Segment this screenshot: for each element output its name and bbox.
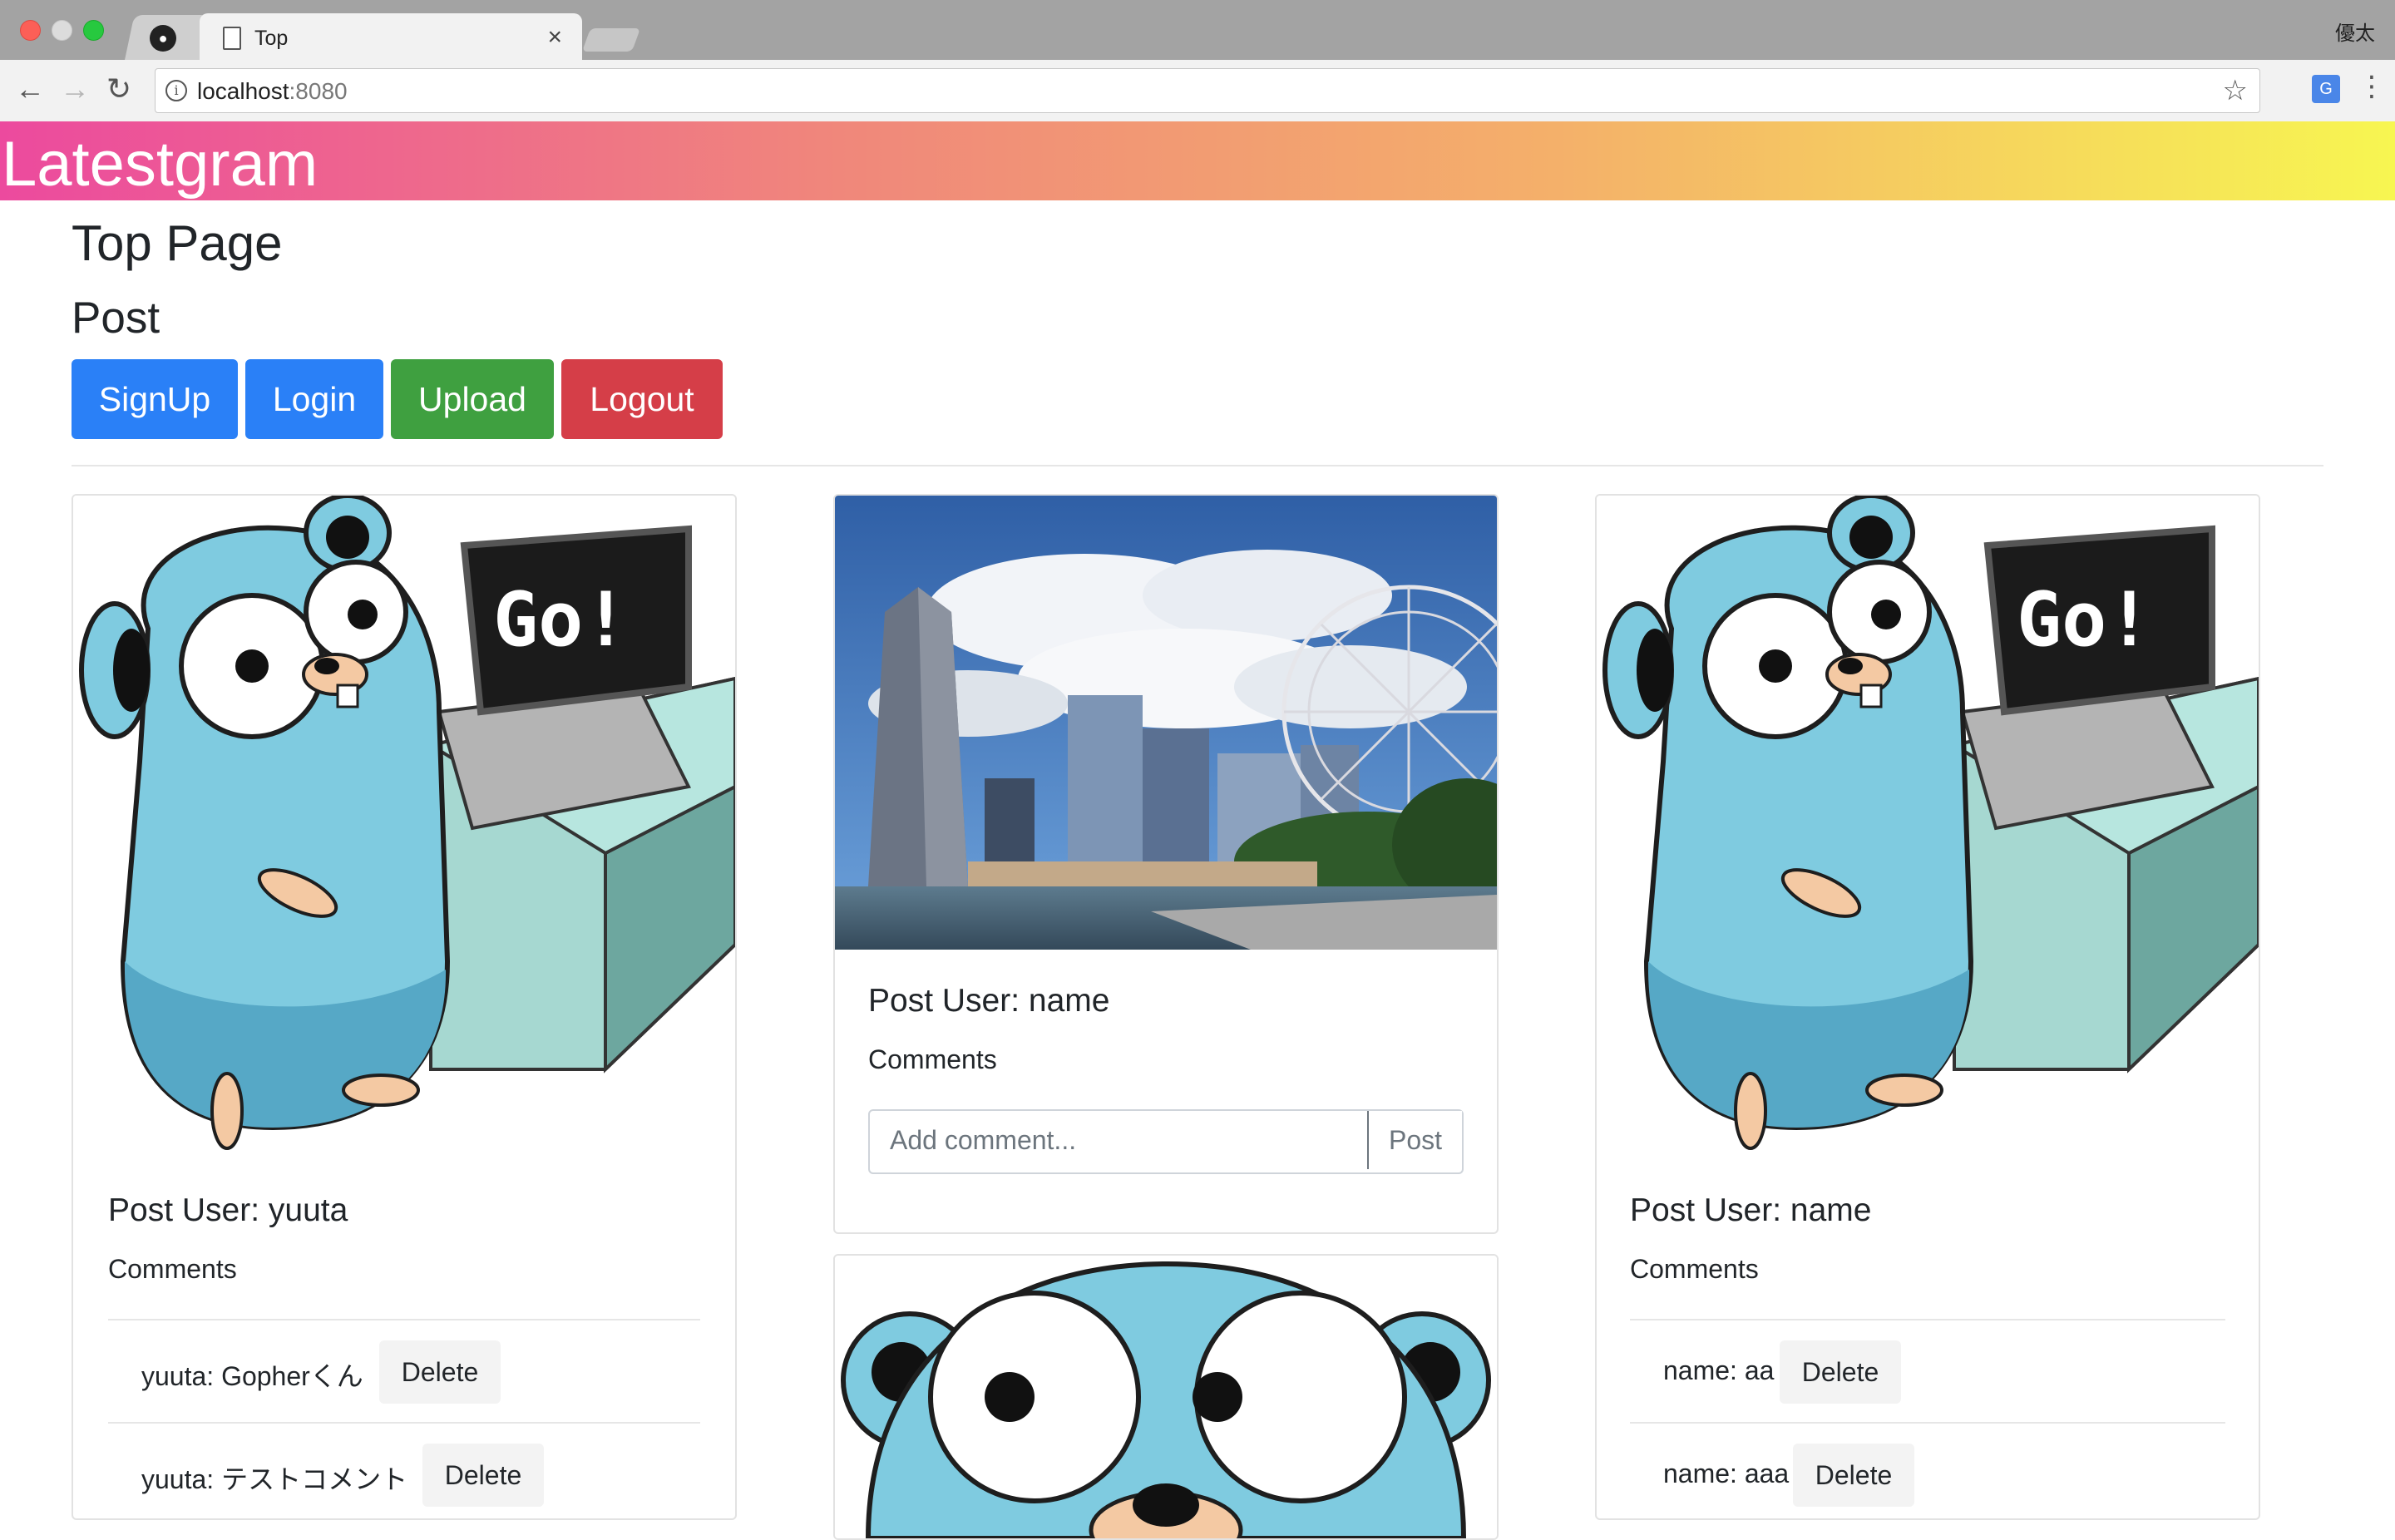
post-card (833, 1254, 1499, 1540)
upload-button[interactable]: Upload (391, 359, 554, 439)
section-title: Post (72, 294, 160, 343)
page-title: Top Page (72, 215, 283, 271)
brand-header: Latestgram (0, 121, 2395, 200)
star-icon[interactable]: ☆ (2223, 74, 2248, 107)
tab-title: Top (254, 27, 289, 50)
comments-label: Comments (108, 1254, 237, 1284)
delete-comment-button[interactable]: Delete (379, 1340, 501, 1404)
comments-label: Comments (868, 1044, 997, 1074)
gopher-laptop-image: Go! (1597, 496, 2259, 1161)
post-image: Go! (1597, 496, 2259, 1161)
url-host: localhost (197, 78, 289, 104)
comment-input[interactable] (870, 1111, 1367, 1169)
close-tab-icon[interactable]: × (547, 23, 562, 52)
post-card: Post User: name Comments Post (833, 494, 1499, 1234)
tab-top[interactable]: Top × (200, 13, 582, 62)
minimize-window-button[interactable] (52, 20, 72, 41)
post-image: Go! (73, 496, 735, 1161)
comment-text: yuuta: テストコメント (141, 1464, 408, 1494)
translate-icon[interactable]: G (2312, 75, 2340, 103)
comments-label: Comments (1630, 1254, 1759, 1284)
list-item: name: aaa Delete (1630, 1422, 2225, 1518)
post-card: Go! Post User: name Comments name: aa De… (1595, 494, 2260, 1520)
info-icon[interactable]: i (165, 80, 187, 101)
gopher-face-image (835, 1256, 1497, 1538)
comment-text: name: aa (1663, 1355, 1775, 1385)
window-titlebar: ● Top × 優太 (0, 0, 2395, 62)
svg-text:Go!: Go! (2017, 576, 2152, 664)
city-photo-image (835, 496, 1497, 950)
signup-button[interactable]: SignUp (72, 359, 238, 439)
gopher-laptop-image: Go! (73, 496, 735, 1161)
list-item: name: aa Delete (1630, 1319, 2225, 1424)
divider (72, 465, 2323, 466)
list-item: yuuta: Gopherくん Delete (108, 1319, 700, 1424)
arrow-left-icon[interactable]: ← (15, 72, 45, 106)
list-item: yuuta: テストコメント Delete (108, 1422, 700, 1518)
brand-title[interactable]: Latestgram (2, 128, 318, 200)
browser-toolbar: ← → ↻ i localhost:8080 ☆ G ⋮ (0, 60, 2395, 122)
post-image (835, 496, 1497, 950)
address-bar[interactable]: i localhost:8080 ☆ (155, 68, 2260, 113)
reload-icon[interactable]: ↻ (106, 72, 131, 106)
post-image (835, 1256, 1497, 1538)
post-user: Post User: yuuta (108, 1192, 348, 1228)
delete-comment-button[interactable]: Delete (1780, 1340, 1901, 1404)
new-tab-button[interactable] (581, 28, 641, 52)
delete-comment-button[interactable]: Delete (1793, 1444, 1914, 1507)
post-user: Post User: name (868, 983, 1110, 1019)
post-user: Post User: name (1630, 1192, 1872, 1228)
logout-button[interactable]: Logout (561, 359, 723, 439)
maximize-window-button[interactable] (83, 20, 104, 41)
url-port: :8080 (289, 78, 348, 104)
close-window-button[interactable] (20, 20, 41, 41)
post-card: Go! Post User: yuuta Comments yuuta: Gop… (72, 494, 737, 1520)
svg-text:Go!: Go! (493, 576, 629, 664)
login-button[interactable]: Login (245, 359, 383, 439)
delete-comment-button[interactable]: Delete (422, 1444, 544, 1507)
github-icon: ● (150, 25, 176, 52)
url-text[interactable]: localhost:8080 (197, 78, 348, 105)
kebab-menu-icon[interactable]: ⋮ (2358, 70, 2386, 103)
comment-form: Post (868, 1109, 1464, 1174)
profile-name[interactable]: 優太 (2335, 17, 2375, 46)
document-icon (223, 27, 241, 50)
arrow-right-icon[interactable]: → (60, 72, 90, 106)
comment-text: name: aaa (1663, 1459, 1790, 1488)
post-comment-button[interactable]: Post (1367, 1111, 1462, 1169)
comment-text: yuuta: Gopherくん (141, 1361, 363, 1391)
